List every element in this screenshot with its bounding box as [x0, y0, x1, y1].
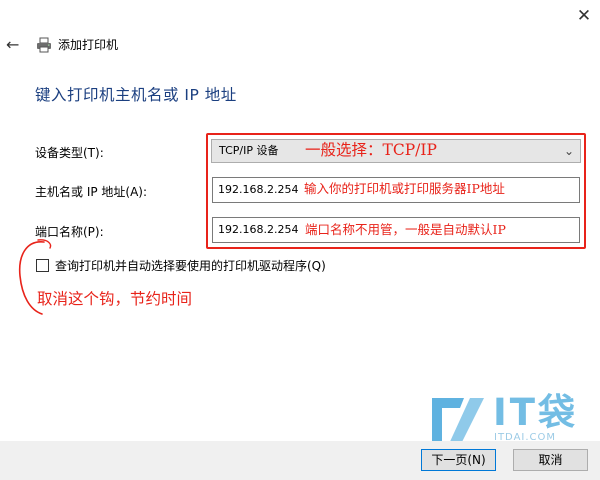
hostname-label: 主机名或 IP 地址(A):: [35, 185, 148, 199]
printer-icon: [37, 37, 51, 53]
footer-bar: [0, 441, 600, 480]
window-title: 添加打印机: [58, 38, 119, 52]
cancel-button[interactable]: 取消: [513, 449, 588, 471]
back-arrow-icon[interactable]: ←: [6, 36, 24, 54]
hostname-annotation: 输入你的打印机或打印服务器IP地址: [304, 181, 505, 196]
close-button[interactable]: ✕: [572, 4, 596, 28]
page-heading: 键入打印机主机名或 IP 地址: [35, 86, 237, 104]
watermark-brand: IT袋: [493, 391, 579, 434]
device-type-annotation: 一般选择：TCP/IP: [305, 141, 437, 159]
device-type-label: 设备类型(T):: [35, 146, 104, 160]
query-driver-checkbox-label[interactable]: 查询打印机并自动选择要使用的打印机驱动程序(Q): [55, 258, 326, 274]
checkbox-annotation: 取消这个钩，节约时间: [37, 290, 193, 308]
next-button[interactable]: 下一页(N): [421, 449, 496, 471]
port-name-annotation: 端口名称不用管，一般是自动默认IP: [305, 222, 506, 237]
